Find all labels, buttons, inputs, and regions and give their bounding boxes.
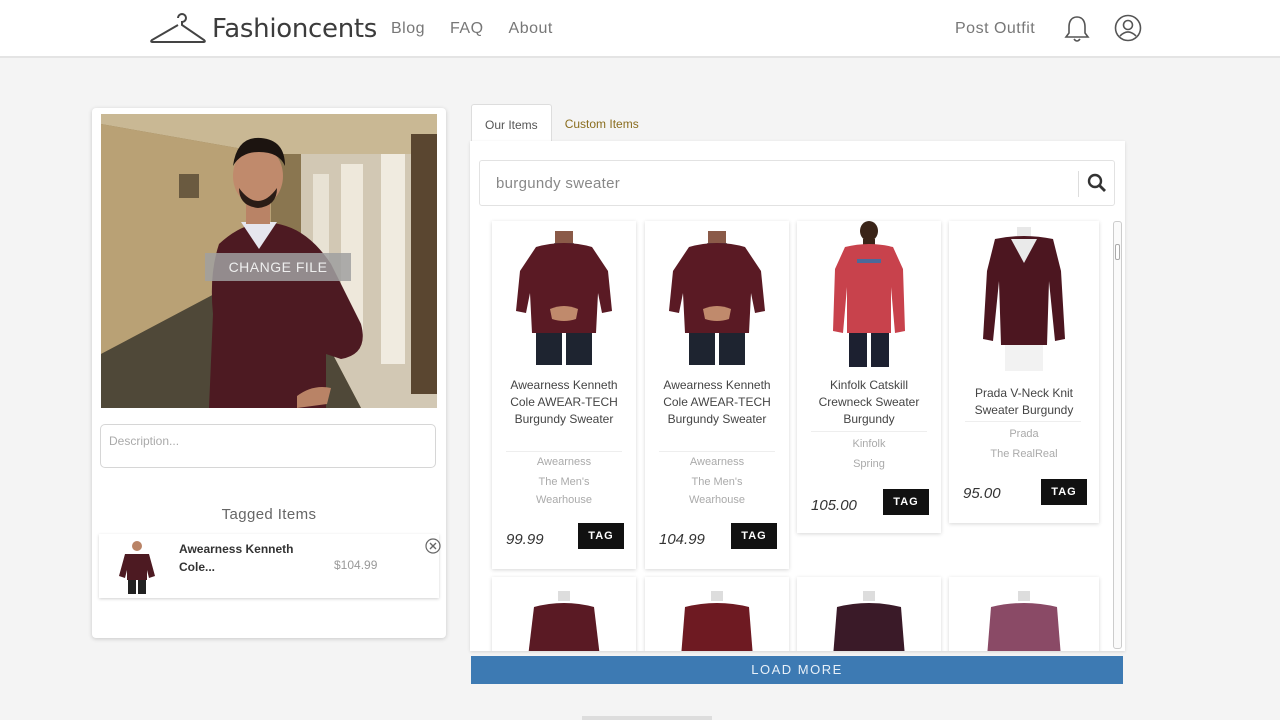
product-price: 104.99	[659, 531, 705, 548]
brand-name: Fashioncents	[212, 14, 378, 44]
product-divider	[811, 431, 927, 432]
product-name: Awearness Kenneth Cole AWEAR-TECH Burgun…	[663, 378, 771, 426]
nav-blog-link[interactable]: Blog	[391, 20, 425, 38]
tab-custom-items[interactable]: Custom Items	[552, 104, 652, 142]
outfit-upload-panel: CHANGE FILE Description... Tagged Items …	[92, 108, 446, 638]
product-image	[669, 231, 765, 365]
tagged-item[interactable]: Awearness Kenneth Cole... $104.99	[99, 534, 441, 598]
search-icon[interactable]	[1087, 173, 1107, 193]
results-scrollbar[interactable]	[1113, 221, 1122, 649]
product-price: 105.00	[811, 497, 857, 514]
product-price: 95.00	[963, 485, 1001, 502]
product-store: Spring	[853, 458, 885, 470]
product-name: Kinfolk Catskill Crewneck Sweater Burgun…	[818, 378, 920, 426]
bell-icon[interactable]	[1064, 14, 1090, 44]
tag-button[interactable]: TAG	[1041, 479, 1087, 505]
product-divider	[965, 421, 1081, 422]
product-divider	[659, 451, 775, 452]
product-card[interactable]: Prada V-Neck Knit Sweater Burgundy Prada…	[949, 221, 1099, 523]
product-name: Prada V-Neck Knit Sweater Burgundy	[974, 386, 1074, 417]
product-price: 99.99	[506, 531, 544, 548]
product-image	[987, 591, 1061, 651]
bottom-handle	[582, 716, 712, 720]
brand-logo[interactable]: Fashioncents	[150, 12, 377, 46]
post-outfit-link[interactable]: Post Outfit	[955, 20, 1035, 38]
tag-button[interactable]: TAG	[578, 523, 624, 549]
product-card[interactable]	[797, 577, 941, 651]
main-nav: Blog FAQ About	[391, 20, 553, 38]
load-more-button[interactable]: LOAD MORE	[471, 656, 1123, 684]
search-divider	[1078, 171, 1079, 197]
product-store: The Men's Wearhouse	[535, 476, 593, 506]
tagged-items-heading: Tagged Items	[221, 506, 317, 523]
item-source-tabs: Our Items Custom Items	[471, 104, 652, 142]
description-input[interactable]: Description...	[100, 424, 436, 468]
product-brand: Awearness	[536, 456, 592, 468]
nav-faq-link[interactable]: FAQ	[450, 20, 484, 38]
product-image	[833, 591, 905, 651]
tagged-item-thumbnail	[119, 541, 155, 594]
tagged-item-name: Awearness Kenneth Cole...	[179, 542, 294, 574]
scrollbar-thumb[interactable]	[1115, 244, 1120, 260]
hanger-icon	[150, 13, 206, 43]
product-card[interactable]: Awearness Kenneth Cole AWEAR-TECH Burgun…	[492, 221, 636, 569]
product-search-panel: burgundy sweater Awearness Kenneth Cole …	[470, 141, 1125, 651]
tag-button[interactable]: TAG	[883, 489, 929, 515]
product-brand: Prada	[1009, 428, 1039, 440]
product-store: The RealReal	[990, 448, 1058, 460]
tab-our-items[interactable]: Our Items	[471, 104, 552, 142]
product-brand: Kinfolk	[852, 438, 886, 450]
change-file-button[interactable]: CHANGE FILE	[205, 253, 351, 281]
product-card[interactable]	[492, 577, 636, 651]
product-card[interactable]: Kinfolk Catskill Crewneck Sweater Burgun…	[797, 221, 941, 533]
search-input[interactable]: burgundy sweater	[496, 175, 620, 192]
product-card[interactable]: Awearness Kenneth Cole AWEAR-TECH Burgun…	[645, 221, 789, 569]
product-name: Awearness Kenneth Cole AWEAR-TECH Burgun…	[510, 378, 618, 426]
product-image	[528, 591, 600, 651]
product-card[interactable]	[645, 577, 789, 651]
product-brand: Awearness	[689, 456, 745, 468]
product-divider	[506, 451, 622, 452]
product-card[interactable]	[949, 577, 1099, 651]
search-bar: burgundy sweater	[479, 160, 1115, 206]
product-image	[983, 227, 1065, 371]
outfit-photo[interactable]: CHANGE FILE	[101, 114, 437, 408]
product-store: The Men's Wearhouse	[688, 476, 746, 506]
tagged-item-price: $104.99	[334, 558, 378, 572]
remove-tag-icon[interactable]	[425, 538, 441, 554]
top-nav-bar: Fashioncents Blog FAQ About Post Outfit	[0, 0, 1280, 58]
user-profile-icon[interactable]	[1114, 14, 1142, 42]
product-image	[833, 221, 905, 367]
product-image	[681, 591, 753, 651]
product-image	[516, 231, 612, 365]
nav-about-link[interactable]: About	[509, 20, 553, 38]
tag-button[interactable]: TAG	[731, 523, 777, 549]
